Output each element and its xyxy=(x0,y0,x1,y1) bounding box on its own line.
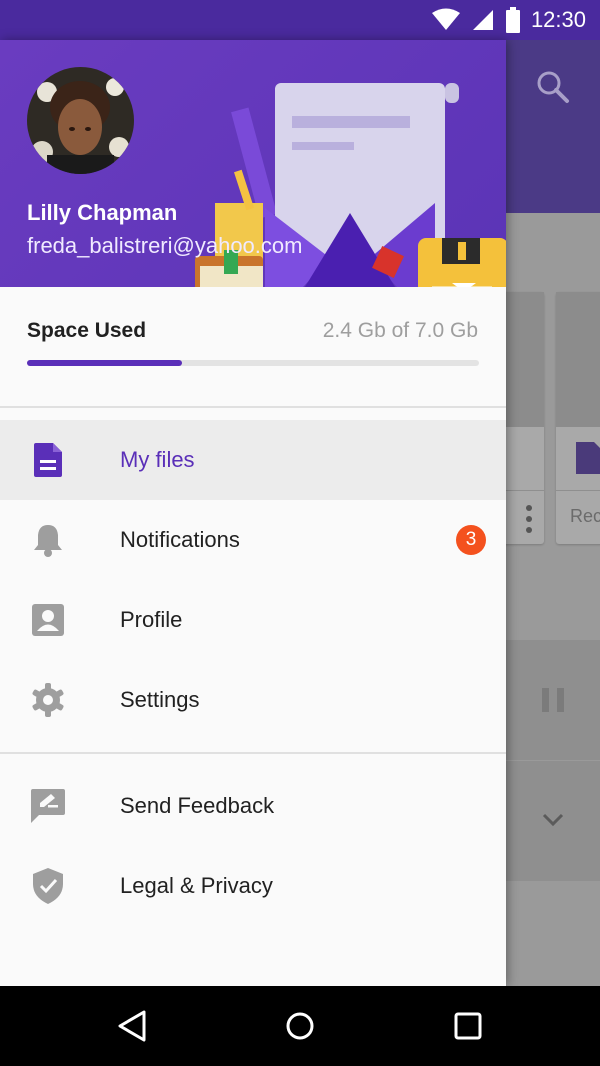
menu-item-label: Settings xyxy=(120,687,200,712)
background-card xyxy=(506,292,544,544)
user-email: freda_balistreri@yahoo.com xyxy=(27,233,303,258)
bell-icon xyxy=(30,522,66,558)
background-band xyxy=(506,640,600,760)
recents-button[interactable] xyxy=(448,1006,488,1046)
home-icon xyxy=(286,1012,314,1040)
menu-item-settings[interactable]: Settings xyxy=(0,660,506,740)
feedback-icon xyxy=(30,788,66,824)
background-card-image xyxy=(506,292,544,427)
recents-icon xyxy=(454,1012,482,1040)
status-icons: 12:30 xyxy=(431,0,586,40)
storage-section: Space Used 2.4 Gb of 7.0 Gb xyxy=(0,287,506,407)
menu-item-label: Notifications xyxy=(120,527,240,552)
storage-progress-fill xyxy=(27,360,183,366)
home-button[interactable] xyxy=(280,1006,320,1046)
storage-progress-bar xyxy=(27,360,479,366)
search-icon xyxy=(537,71,569,103)
back-button[interactable] xyxy=(112,1006,152,1046)
file-icon xyxy=(30,442,66,478)
shield-icon xyxy=(30,868,66,904)
divider xyxy=(0,406,506,408)
file-icon xyxy=(576,442,600,474)
avatar[interactable] xyxy=(27,67,134,174)
pause-icon xyxy=(542,688,564,712)
avatar-photo xyxy=(27,67,134,174)
menu-item-label: Send Feedback xyxy=(120,793,275,818)
storage-label: Space Used xyxy=(27,319,147,342)
menu-item-label: Legal & Privacy xyxy=(120,873,273,898)
system-nav-bar xyxy=(0,986,600,1066)
menu-item-profile[interactable]: Profile xyxy=(0,580,506,660)
menu-item-label: My files xyxy=(120,447,195,472)
profile-icon xyxy=(30,602,66,638)
storage-value: 2.4 Gb of 7.0 Gb xyxy=(322,319,478,342)
menu-item-my-files[interactable]: My files xyxy=(0,420,506,500)
background-card-footer xyxy=(506,490,544,544)
back-icon xyxy=(118,1010,146,1042)
more-vert-icon xyxy=(526,505,532,533)
background-toolbar xyxy=(506,40,600,213)
menu-item-label: Profile xyxy=(120,607,183,632)
battery-icon xyxy=(505,7,520,33)
user-name: Lilly Chapman xyxy=(27,200,178,225)
status-time: 12:30 xyxy=(530,7,586,32)
background-card: Rec xyxy=(556,292,600,544)
gear-icon xyxy=(30,682,66,718)
background-band xyxy=(506,761,600,881)
status-bar: 12:30 xyxy=(0,0,600,40)
menu-item-send-feedback[interactable]: Send Feedback xyxy=(0,766,506,846)
divider xyxy=(0,752,506,754)
notification-badge: 3 xyxy=(456,525,486,555)
drawer-header: Lilly Chapman freda_balistreri@yahoo.com xyxy=(0,40,506,287)
chevron-down-icon xyxy=(542,813,564,827)
signal-icon xyxy=(472,10,493,30)
menu-item-legal-privacy[interactable]: Legal & Privacy xyxy=(0,846,506,926)
background-card-footer: Rec xyxy=(556,490,600,544)
background-app: Rec xyxy=(506,40,600,986)
menu-item-notifications[interactable]: Notifications 3 xyxy=(0,500,506,580)
background-card-image xyxy=(556,292,600,427)
navigation-drawer: Lilly Chapman freda_balistreri@yahoo.com… xyxy=(0,40,506,986)
wifi-icon xyxy=(431,8,460,30)
background-card-text: Rec xyxy=(570,506,600,526)
